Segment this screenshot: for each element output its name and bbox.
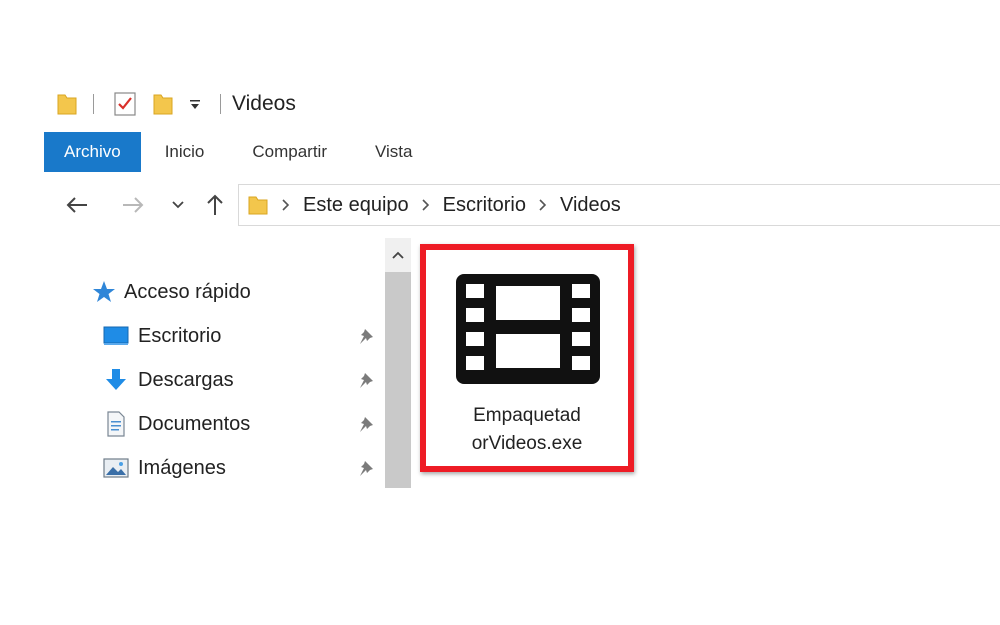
folder-icon[interactable]: [56, 90, 78, 118]
file-name: Empaquetad orVideos.exe: [426, 402, 628, 458]
sidebar-item-label: Escritorio: [138, 324, 222, 347]
file-item-empaquetadorvideos[interactable]: Empaquetad orVideos.exe: [420, 244, 634, 472]
tab-inicio[interactable]: Inicio: [141, 132, 229, 172]
pin-icon[interactable]: [356, 414, 376, 439]
chevron-right-icon[interactable]: [281, 198, 291, 212]
document-icon: [102, 410, 130, 438]
folder-icon: [247, 194, 269, 216]
scroll-up-chevron-icon[interactable]: [385, 238, 411, 272]
download-arrow-icon: [102, 366, 130, 394]
properties-checkmark-icon[interactable]: [113, 90, 137, 118]
star-icon: [90, 278, 118, 306]
recent-locations-chevron-icon[interactable]: [168, 188, 188, 222]
file-name-line: Empaquetad: [473, 405, 581, 426]
address-bar[interactable]: Este equipo Escritorio Videos: [238, 184, 1000, 226]
toolbar-separator: [220, 94, 221, 114]
customize-dropdown-icon[interactable]: [188, 90, 202, 118]
breadcrumb-este-equipo[interactable]: Este equipo: [303, 194, 409, 217]
sidebar-item-label: Documentos: [138, 412, 251, 435]
film-strip-icon: [456, 272, 600, 391]
sidebar-item-quick-access[interactable]: Acceso rápido: [90, 278, 251, 306]
pin-icon[interactable]: [356, 458, 376, 483]
tab-vista[interactable]: Vista: [351, 132, 437, 172]
chevron-right-icon[interactable]: [421, 198, 431, 212]
forward-arrow-icon[interactable]: [118, 188, 148, 222]
pin-icon[interactable]: [356, 370, 376, 395]
tab-compartir[interactable]: Compartir: [228, 132, 351, 172]
up-arrow-icon[interactable]: [202, 188, 228, 222]
file-name-line: orVideos.exe: [471, 433, 583, 454]
chevron-right-icon[interactable]: [538, 198, 548, 212]
pin-icon[interactable]: [356, 326, 376, 351]
breadcrumb-videos[interactable]: Videos: [560, 194, 621, 217]
sidebar-item-imagenes[interactable]: Imágenes: [102, 454, 226, 482]
toolbar-separator: [93, 94, 94, 114]
sidebar-item-label: Imágenes: [138, 456, 226, 479]
sidebar-item-label: Acceso rápido: [124, 280, 251, 303]
pictures-icon: [102, 454, 130, 482]
back-arrow-icon[interactable]: [62, 188, 92, 222]
sidebar-item-label: Descargas: [138, 368, 234, 391]
desktop-icon: [102, 322, 130, 350]
new-folder-icon[interactable]: [152, 90, 174, 118]
scrollbar-track[interactable]: [385, 238, 411, 488]
ribbon-tabs: Archivo Inicio Compartir Vista: [44, 132, 437, 172]
sidebar-item-descargas[interactable]: Descargas: [102, 366, 234, 394]
window-title: Videos: [232, 92, 296, 115]
sidebar-item-escritorio[interactable]: Escritorio: [102, 322, 221, 350]
breadcrumb-escritorio[interactable]: Escritorio: [443, 194, 526, 217]
tab-archivo[interactable]: Archivo: [44, 132, 141, 172]
sidebar-item-documentos[interactable]: Documentos: [102, 410, 250, 438]
